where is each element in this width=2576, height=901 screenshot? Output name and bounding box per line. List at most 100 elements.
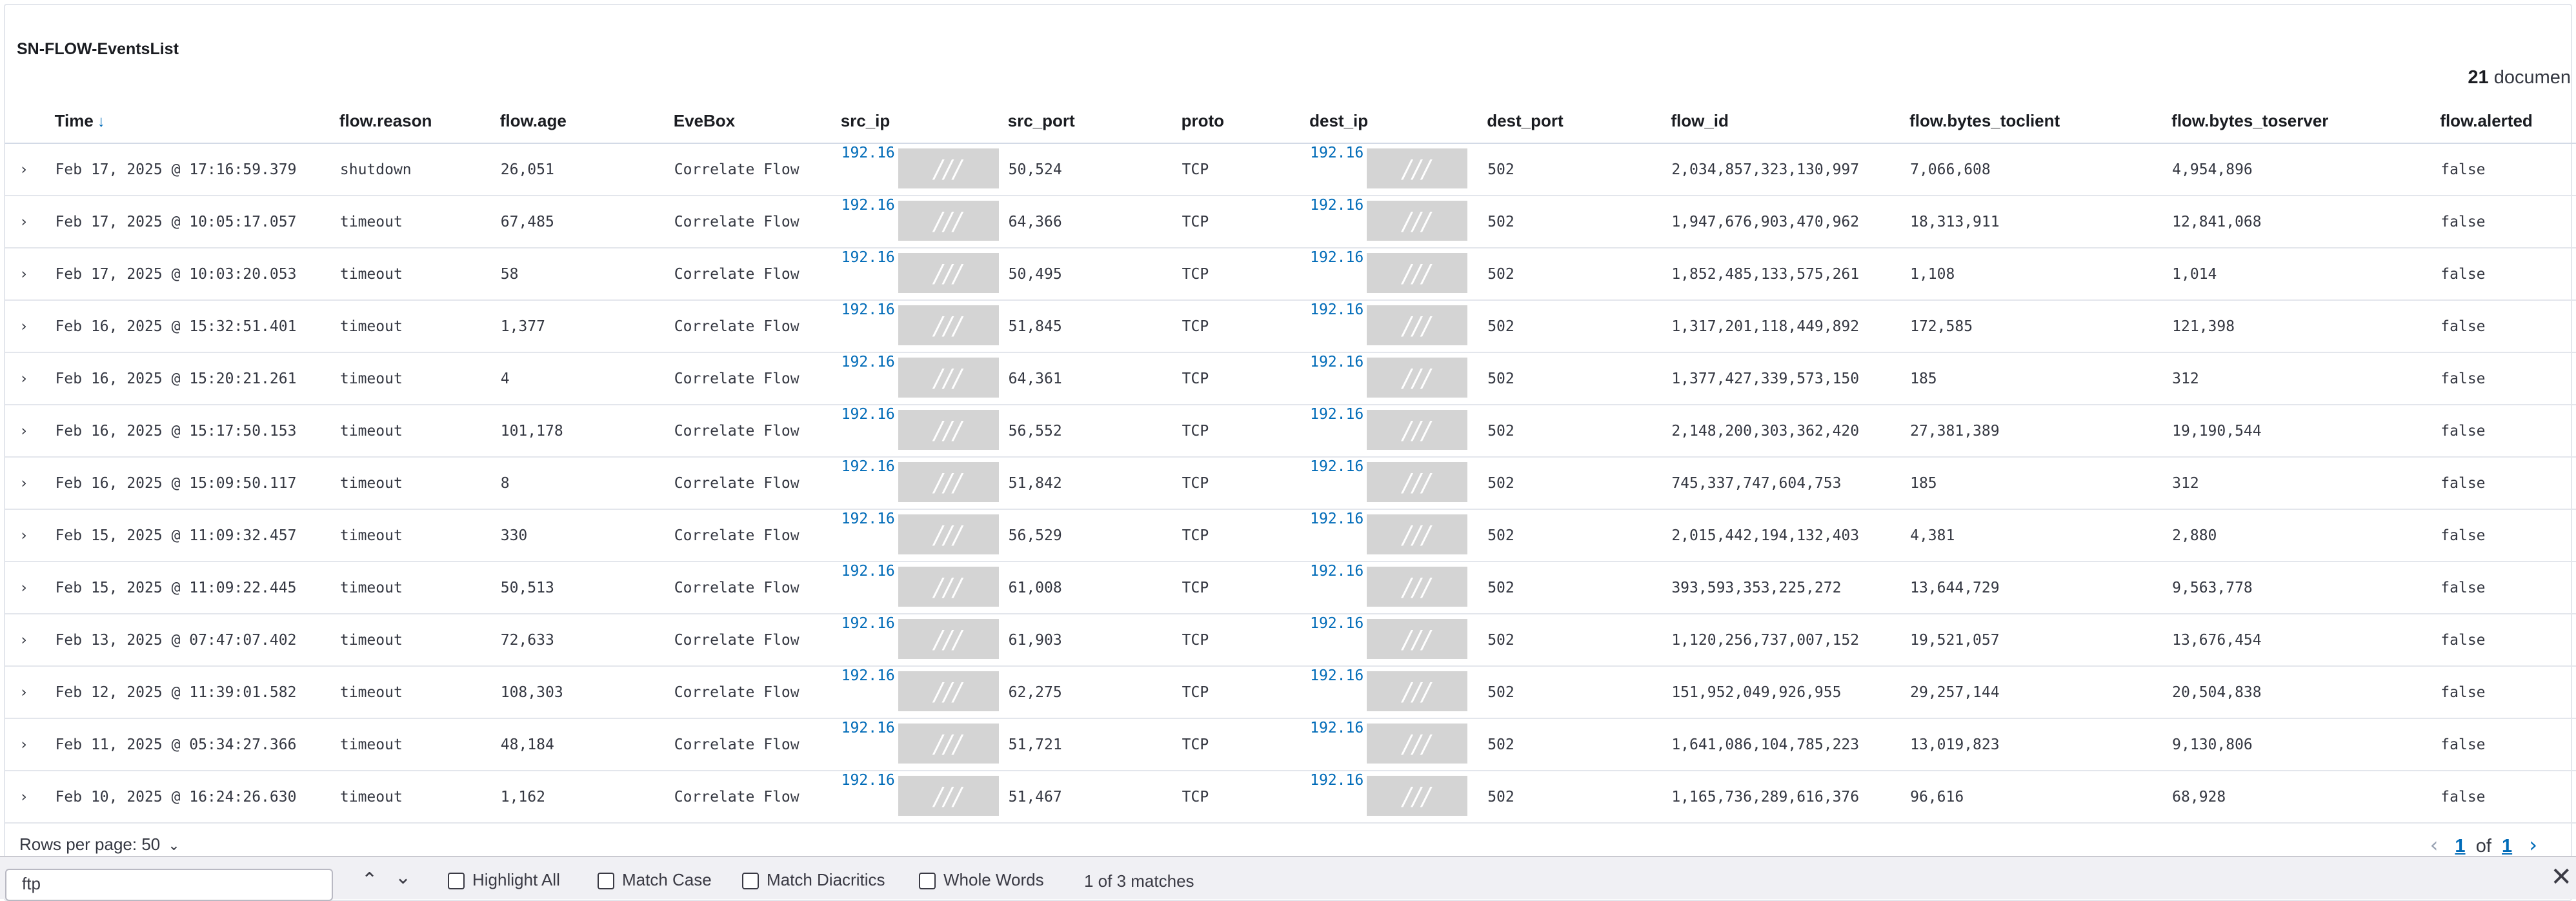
column-header-src-ip[interactable]: src_ip (840, 99, 1008, 144)
expand-row-icon[interactable]: › (5, 196, 55, 248)
match-diacritics-checkbox[interactable]: Match Diacritics (742, 870, 885, 890)
ip-address-link[interactable]: 192.16 (1310, 772, 1363, 789)
column-header-dest-port[interactable]: dest_port (1487, 99, 1671, 144)
ip-address-link[interactable]: 192.16 (1310, 145, 1363, 161)
cell-flow-reason: timeout (339, 457, 500, 510)
cell-evebox-link[interactable]: Correlate Flow (673, 509, 841, 562)
ip-address-link[interactable]: 192.16 (841, 667, 895, 684)
table-row[interactable]: › Feb 17, 2025 @ 10:05:17.057 timeout 67,48… (5, 196, 2576, 248)
cell-bytes-toserver: 9,130,806 (2171, 718, 2440, 771)
table-row[interactable]: › Feb 15, 2025 @ 11:09:22.445 timeout 50,51… (5, 562, 2576, 614)
match-case-checkbox[interactable]: Match Case (598, 870, 712, 890)
cell-evebox-link[interactable]: Correlate Flow (673, 405, 841, 458)
cell-evebox-link[interactable]: Correlate Flow (673, 300, 841, 353)
ip-address-link[interactable]: 192.16 (841, 406, 895, 423)
cell-evebox-link[interactable]: Correlate Flow (673, 248, 841, 301)
cell-evebox-link[interactable]: Correlate Flow (673, 666, 841, 719)
column-header-proto[interactable]: proto (1181, 99, 1310, 144)
whole-words-checkbox[interactable]: Whole Words (919, 870, 1044, 890)
column-header-evebox[interactable]: EveBox (673, 99, 841, 144)
column-header-flow-age[interactable]: flow.age (499, 99, 674, 144)
column-header-flow-alerted[interactable]: flow.alerted (2440, 99, 2576, 144)
ip-address-link[interactable]: 192.16 (1310, 458, 1363, 475)
ip-address-link[interactable]: 192.16 (841, 249, 895, 266)
redaction-block: /// (1367, 724, 1468, 764)
table-row[interactable]: › Feb 15, 2025 @ 11:09:32.457 timeout 330 Co… (5, 509, 2576, 562)
ip-address-link[interactable]: 192.16 (1310, 563, 1363, 580)
column-header-flow-id[interactable]: flow_id (1671, 99, 1910, 144)
expand-row-icon[interactable]: › (5, 457, 55, 510)
ip-address-link[interactable]: 192.16 (1310, 197, 1363, 214)
expand-row-icon[interactable]: › (5, 771, 55, 824)
table-row[interactable]: › Feb 16, 2025 @ 15:09:50.117 timeout 8 Corr… (5, 457, 2576, 510)
find-next-icon[interactable]: ⌄ (395, 866, 411, 889)
rows-per-page-selector[interactable]: Rows per page: 50 ⌄ (19, 835, 180, 855)
cell-evebox-link[interactable]: Correlate Flow (673, 457, 841, 510)
cell-flow-id: 745,337,747,604,753 (1671, 457, 1910, 510)
ip-address-link[interactable]: 192.16 (841, 354, 895, 370)
ip-address-link[interactable]: 192.16 (841, 301, 895, 318)
ip-address-link[interactable]: 192.16 (841, 197, 895, 214)
previous-page-icon[interactable]: ‹ (2430, 833, 2439, 857)
ip-address-link[interactable]: 192.16 (841, 458, 895, 475)
table-row[interactable]: › Feb 11, 2025 @ 05:34:27.366 timeout 48,18… (5, 718, 2576, 771)
page-current-link[interactable]: 1 (2455, 836, 2465, 856)
column-header-time[interactable]: Time ↓ (54, 99, 339, 144)
expand-row-icon[interactable]: › (5, 248, 55, 301)
cell-src-port: 64,361 (1007, 352, 1182, 405)
expand-row-icon[interactable]: › (5, 405, 55, 458)
ip-address-link[interactable]: 192.16 (1310, 249, 1363, 266)
find-previous-icon[interactable]: ⌃ (361, 869, 377, 891)
table-row[interactable]: › Feb 17, 2025 @ 17:16:59.379 shutdown 26,0… (5, 143, 2576, 196)
cell-evebox-link[interactable]: Correlate Flow (673, 196, 841, 248)
table-row[interactable]: › Feb 10, 2025 @ 16:24:26.630 timeout 1,162… (5, 771, 2576, 824)
table-row[interactable]: › Feb 16, 2025 @ 15:20:21.261 timeout 4 Corr… (5, 352, 2576, 405)
column-header-src-port[interactable]: src_port (1007, 99, 1182, 144)
cell-src-ip: 192.16/// (840, 143, 1008, 196)
column-header-bytes-toclient[interactable]: flow.bytes_toclient (1909, 99, 2172, 144)
table-row[interactable]: › Feb 16, 2025 @ 15:17:50.153 timeout 101,1… (5, 405, 2576, 458)
column-header-bytes-toserver[interactable]: flow.bytes_toserver (2171, 99, 2440, 144)
ip-address-link[interactable]: 192.16 (1310, 354, 1363, 370)
expand-row-icon[interactable]: › (5, 562, 55, 614)
expand-row-icon[interactable]: › (5, 666, 55, 719)
table-row[interactable]: › Feb 13, 2025 @ 07:47:07.402 timeout 72,63… (5, 614, 2576, 667)
cell-evebox-link[interactable]: Correlate Flow (673, 143, 841, 196)
ip-address-link[interactable]: 192.16 (841, 615, 895, 632)
column-header-dest-ip[interactable]: dest_ip (1309, 99, 1487, 144)
ip-address-link[interactable]: 192.16 (841, 145, 895, 161)
ip-address-link[interactable]: 192.16 (841, 563, 895, 580)
expand-row-icon[interactable]: › (5, 718, 55, 771)
expand-row-icon[interactable]: › (5, 509, 55, 562)
table-row[interactable]: › Feb 16, 2025 @ 15:32:51.401 timeout 1,377… (5, 300, 2576, 353)
cell-evebox-link[interactable]: Correlate Flow (673, 562, 841, 614)
ip-address-link[interactable]: 192.16 (1310, 511, 1363, 527)
next-page-icon[interactable]: › (2529, 833, 2537, 857)
column-header-flow-reason[interactable]: flow.reason (339, 99, 500, 144)
ip-address-link[interactable]: 192.16 (841, 511, 895, 527)
cell-flow-age: 72,633 (499, 614, 674, 667)
expand-row-icon[interactable]: › (5, 143, 55, 196)
table-row[interactable]: › Feb 17, 2025 @ 10:03:20.053 timeout 58 Cor… (5, 248, 2576, 301)
cell-evebox-link[interactable]: Correlate Flow (673, 614, 841, 667)
expand-row-icon[interactable]: › (5, 352, 55, 405)
close-icon[interactable]: ✕ (2550, 862, 2572, 892)
sort-descending-icon[interactable]: ↓ (97, 113, 105, 130)
ip-address-link[interactable]: 192.16 (1310, 720, 1363, 736)
cell-evebox-link[interactable]: Correlate Flow (673, 352, 841, 405)
table-row[interactable]: › Feb 12, 2025 @ 11:39:01.582 timeout 108,3… (5, 666, 2576, 719)
cell-evebox-link[interactable]: Correlate Flow (673, 771, 841, 824)
highlight-all-checkbox[interactable]: Highlight All (448, 870, 560, 890)
ip-address-link[interactable]: 192.16 (841, 772, 895, 789)
ip-address-link[interactable]: 192.16 (1310, 406, 1363, 423)
expand-row-icon[interactable]: › (5, 614, 55, 667)
ip-address-link[interactable]: 192.16 (1310, 301, 1363, 318)
cell-src-port: 62,275 (1007, 666, 1182, 719)
page-total-link[interactable]: 1 (2502, 836, 2512, 856)
find-input[interactable]: ftp (5, 869, 333, 901)
ip-address-link[interactable]: 192.16 (841, 720, 895, 736)
ip-address-link[interactable]: 192.16 (1310, 615, 1363, 632)
cell-evebox-link[interactable]: Correlate Flow (673, 718, 841, 771)
ip-address-link[interactable]: 192.16 (1310, 667, 1363, 684)
expand-row-icon[interactable]: › (5, 300, 55, 353)
